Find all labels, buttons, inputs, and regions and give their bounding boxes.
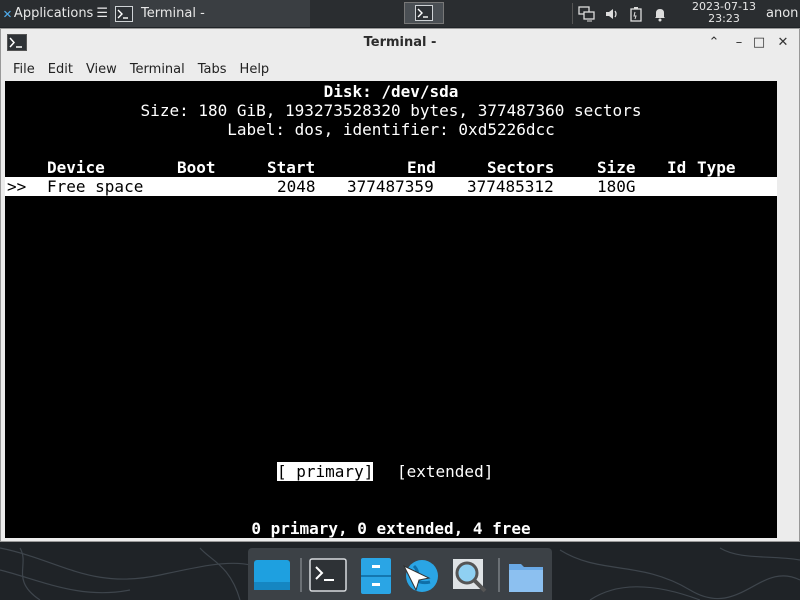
terminal-window: Terminal - ⌃ – □ ✕ File Edit View Termin… [0, 28, 800, 542]
network-icon[interactable] [578, 5, 595, 22]
col-size: Size [597, 158, 636, 177]
col-start: Start [267, 158, 316, 177]
col-boot: Boot [177, 158, 216, 177]
menu-tabs[interactable]: Tabs [198, 62, 227, 77]
taskbar-item-label: Terminal - [141, 6, 205, 21]
label-line: Label: dos, identifier: 0xd5226dcc [227, 120, 555, 139]
col-type: Type [697, 158, 736, 177]
show-desktop-icon[interactable] [252, 556, 292, 596]
dock-separator [498, 558, 500, 592]
menu-view[interactable]: View [86, 62, 117, 77]
row-cursor: >> [7, 177, 27, 196]
maximize-button[interactable]: □ [750, 34, 768, 52]
file-cabinet-icon[interactable] [356, 556, 396, 596]
size-line: Size: 180 GiB, 193273528320 bytes, 37748… [140, 101, 642, 120]
close-button[interactable]: ✕ [774, 34, 792, 52]
applications-menu-icon: ☰ [96, 6, 108, 21]
scrollbar[interactable] [779, 81, 797, 538]
xfce-logo-icon [4, 10, 11, 17]
primary-button[interactable]: [ primary] [277, 462, 374, 481]
folder-icon[interactable] [506, 556, 546, 596]
row-size: 180G [597, 177, 636, 196]
taskbar-item-terminal[interactable]: Terminal - [110, 0, 310, 27]
minimize-button[interactable]: – [730, 34, 748, 52]
terminal-icon [415, 5, 433, 21]
battery-icon[interactable] [628, 6, 644, 22]
system-tray [572, 0, 668, 27]
applications-label: Applications [13, 6, 94, 21]
menu-edit[interactable]: Edit [48, 62, 73, 77]
web-browser-icon[interactable] [400, 556, 440, 596]
window-title: Terminal - [363, 35, 437, 50]
window-titlebar[interactable]: Terminal - ⌃ – □ ✕ [1, 29, 799, 57]
volume-icon[interactable] [604, 6, 620, 22]
col-id: Id [667, 158, 687, 177]
col-device: Device [47, 158, 105, 177]
clock-time: 23:23 [708, 12, 740, 25]
dock [248, 548, 552, 600]
notification-bell-icon[interactable] [652, 6, 668, 22]
workspace-terminal-button[interactable] [404, 2, 444, 24]
row-sectors: 377485312 [467, 177, 554, 196]
menu-terminal[interactable]: Terminal [130, 62, 185, 77]
row-device: Free space [47, 177, 144, 196]
terminal-icon[interactable] [308, 556, 348, 596]
dock-separator [300, 558, 302, 592]
col-end: End [407, 158, 436, 177]
col-sectors: Sectors [487, 158, 555, 177]
row-start: 2048 [277, 177, 316, 196]
search-icon[interactable] [450, 556, 490, 596]
status-line: 0 primary, 0 extended, 4 free [251, 519, 531, 538]
shade-button[interactable]: ⌃ [705, 34, 723, 52]
row-end: 377487359 [347, 177, 434, 196]
menu-bar: File Edit View Terminal Tabs Help [1, 57, 799, 81]
user-menu[interactable]: anon [766, 0, 798, 27]
terminal-icon [115, 5, 133, 22]
menu-file[interactable]: File [13, 62, 35, 77]
extended-button[interactable]: [extended] [397, 462, 493, 481]
disk-line: Disk: /dev/sda [323, 82, 459, 101]
terminal-output[interactable]: Disk: /dev/sda Size: 180 GiB, 1932735283… [5, 81, 777, 538]
table-row[interactable]: >> Free space 2048 377487359 377485312 1… [5, 177, 777, 196]
clock[interactable]: 2023-07-13 23:23 [688, 1, 760, 25]
top-panel: Applications ☰ Terminal - 2023-07-13 23:… [0, 0, 800, 27]
menu-help[interactable]: Help [240, 62, 270, 77]
applications-menu[interactable]: Applications ☰ [0, 0, 108, 27]
